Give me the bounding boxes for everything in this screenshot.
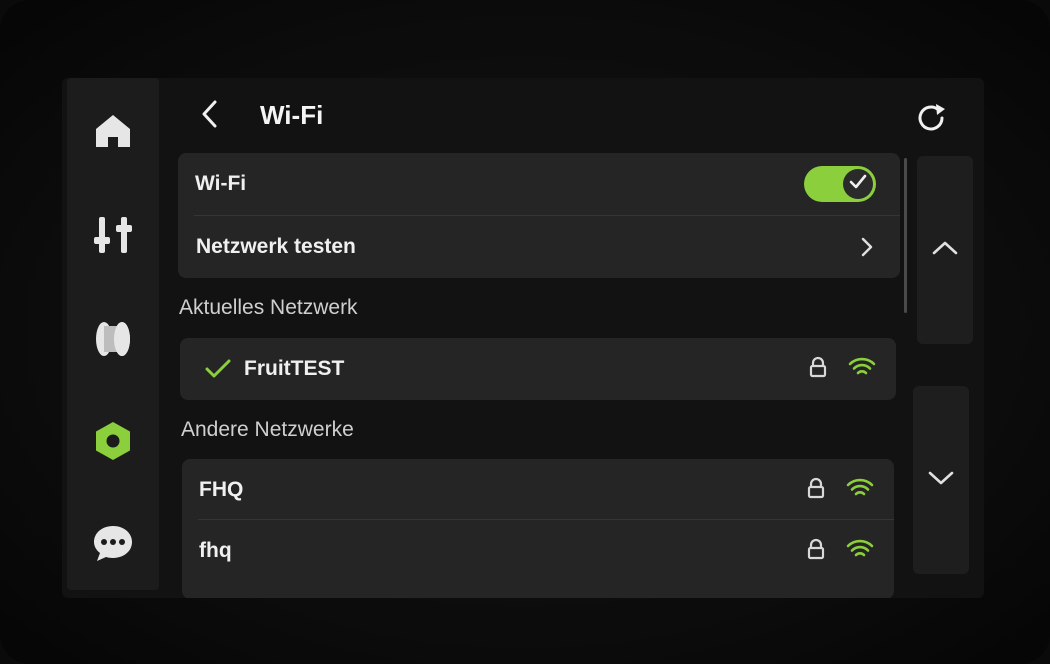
device-frame: Wi-Fi Wi-Fi Netzwerk testen Aktuelles Ne… <box>0 0 1050 664</box>
hexagon-settings-icon <box>91 419 135 463</box>
home-icon <box>93 111 133 151</box>
screen: Wi-Fi Wi-Fi Netzwerk testen Aktuelles Ne… <box>62 78 984 598</box>
test-network-label: Netzwerk testen <box>196 235 356 258</box>
network-item[interactable]: fhq <box>182 520 894 582</box>
test-network-row[interactable]: Netzwerk testen <box>178 216 900 278</box>
wifi-signal-icon <box>848 356 876 383</box>
network-item-current[interactable]: FruitTEST <box>180 338 896 400</box>
chevron-right-icon <box>860 236 874 263</box>
page-title: Wi-Fi <box>260 100 324 130</box>
lock-icon <box>806 477 826 504</box>
sidebar-item-messages[interactable] <box>67 508 159 578</box>
sidebar-item-settings[interactable] <box>67 406 159 476</box>
scrollbar[interactable] <box>904 158 907 313</box>
network-item[interactable]: FHQ <box>182 459 894 521</box>
check-icon <box>848 172 868 197</box>
refresh-icon <box>914 100 950 141</box>
check-icon <box>204 358 232 380</box>
sidebar-item-material[interactable] <box>67 304 159 374</box>
lock-icon <box>806 538 826 565</box>
lock-icon <box>808 356 828 383</box>
refresh-button[interactable] <box>912 100 952 140</box>
other-networks-header: Andere Netzwerke <box>181 418 354 441</box>
network-status-icons <box>808 338 876 400</box>
sidebar-item-controls[interactable] <box>67 200 159 270</box>
wifi-signal-icon <box>846 477 874 504</box>
network-ssid: FHQ <box>199 478 244 501</box>
spool-icon <box>93 319 133 359</box>
scroll-up-button[interactable] <box>917 156 973 344</box>
wifi-toggle[interactable] <box>804 166 876 202</box>
other-networks-card: FHQ fhq <box>182 459 894 598</box>
network-status-icons <box>806 520 874 582</box>
sliders-icon <box>91 213 135 257</box>
chat-bubble-icon <box>91 521 135 565</box>
current-network-card: FruitTEST <box>180 338 896 400</box>
wifi-settings-card: Wi-Fi Netzwerk testen <box>178 153 900 278</box>
toggle-knob <box>843 169 873 199</box>
chevron-left-icon <box>199 99 221 134</box>
wifi-signal-icon <box>846 538 874 565</box>
scroll-down-button[interactable] <box>913 386 969 574</box>
back-button[interactable] <box>192 98 228 134</box>
sidebar <box>67 78 159 590</box>
chevron-up-icon <box>931 240 959 261</box>
network-ssid: fhq <box>199 539 232 562</box>
current-network-header: Aktuelles Netzwerk <box>179 296 358 319</box>
wifi-label: Wi-Fi <box>195 172 247 195</box>
chevron-down-icon <box>927 470 955 491</box>
network-status-icons <box>806 459 874 521</box>
sidebar-item-home[interactable] <box>67 96 159 166</box>
wifi-toggle-row: Wi-Fi <box>178 153 900 215</box>
network-ssid: FruitTEST <box>244 357 345 380</box>
